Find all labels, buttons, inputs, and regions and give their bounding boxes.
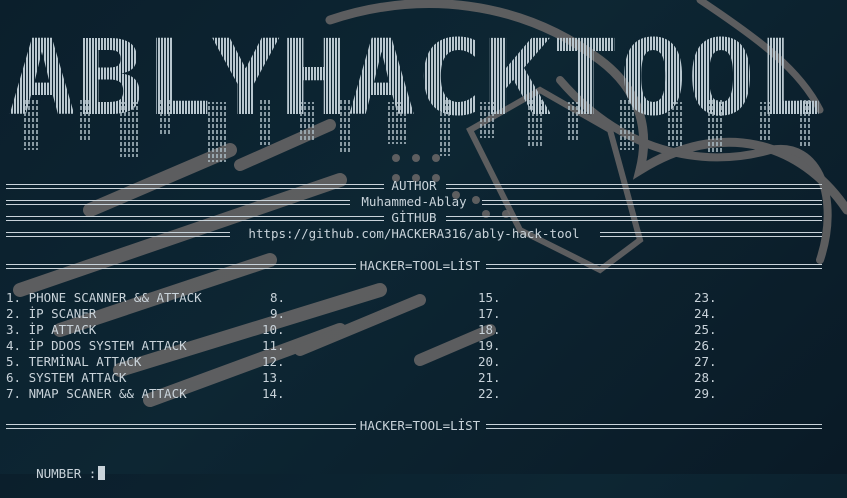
github-url-row: https://github.com/HACKERA316/ably-hack-…	[6, 226, 822, 241]
menu-item: 26.	[694, 338, 717, 353]
menu-item: 19.	[478, 338, 501, 353]
menu-item: 22.	[478, 386, 501, 401]
menu-item: 29.	[694, 386, 717, 401]
author-label: AUTHOR	[391, 178, 437, 193]
menu-item: 15.	[478, 290, 501, 305]
list-title-top: HACKER=TOOL=LİST	[359, 258, 481, 273]
menu-item: 18.	[478, 322, 501, 337]
menu-item: 7. NMAP SCANER && ATTACK	[6, 386, 187, 401]
menu-item: 27.	[694, 354, 717, 369]
github-label-row: GİTHUB	[6, 210, 822, 225]
menu-item: 6. SYSTEM ATTACK	[6, 370, 127, 385]
menu-item: 8.	[270, 290, 286, 305]
menu-item: 24.	[694, 306, 717, 321]
author-label-row: AUTHOR	[6, 178, 822, 193]
menu-item: 23.	[694, 290, 717, 305]
list-title-bottom-row: HACKER=TOOL=LİST	[6, 418, 822, 433]
list-title-top-row: HACKER=TOOL=LİST	[6, 258, 822, 273]
menu-item: 21.	[478, 370, 501, 385]
ascii-banner: ABLYHACKTOOL	[8, 22, 823, 162]
menu-item: 9.	[270, 306, 286, 321]
menu-item: 10.	[262, 322, 285, 337]
menu-item: 12.	[262, 354, 285, 369]
terminal-window: ABLYHACKTOOL AUTHOR Muhammed-Ablay GİTHU…	[0, 0, 847, 481]
menu-item: 17.	[478, 306, 501, 321]
menu-item: 4. İP DDOS SYSTEM ATTACK	[6, 338, 187, 353]
menu-item: 2. İP SCANER	[6, 306, 97, 321]
github-label: GİTHUB	[391, 210, 437, 225]
menu-item: 28.	[694, 370, 717, 385]
menu-item: 1. PHONE SCANNER && ATTACK	[6, 290, 202, 305]
menu-item: 5. TERMİNAL ATTACK	[6, 354, 142, 369]
menu-item: 13.	[262, 370, 285, 385]
banner-title: ABLYHACKTOOL	[8, 22, 823, 139]
menu-item: 25.	[694, 322, 717, 337]
text-cursor[interactable]	[98, 466, 106, 480]
menu-item: 20.	[478, 354, 501, 369]
list-title-bottom: HACKER=TOOL=LİST	[359, 418, 481, 433]
menu-item: 11.	[262, 338, 285, 353]
author-name-row: Muhammed-Ablay	[6, 194, 822, 209]
menu-item: 14.	[262, 386, 285, 401]
number-prompt[interactable]: NUMBER :	[6, 450, 106, 498]
github-url: https://github.com/HACKERA316/ably-hack-…	[248, 226, 580, 241]
menu-item: 3. İP ATTACK	[6, 322, 97, 337]
author-name: Muhammed-Ablay	[361, 194, 467, 209]
